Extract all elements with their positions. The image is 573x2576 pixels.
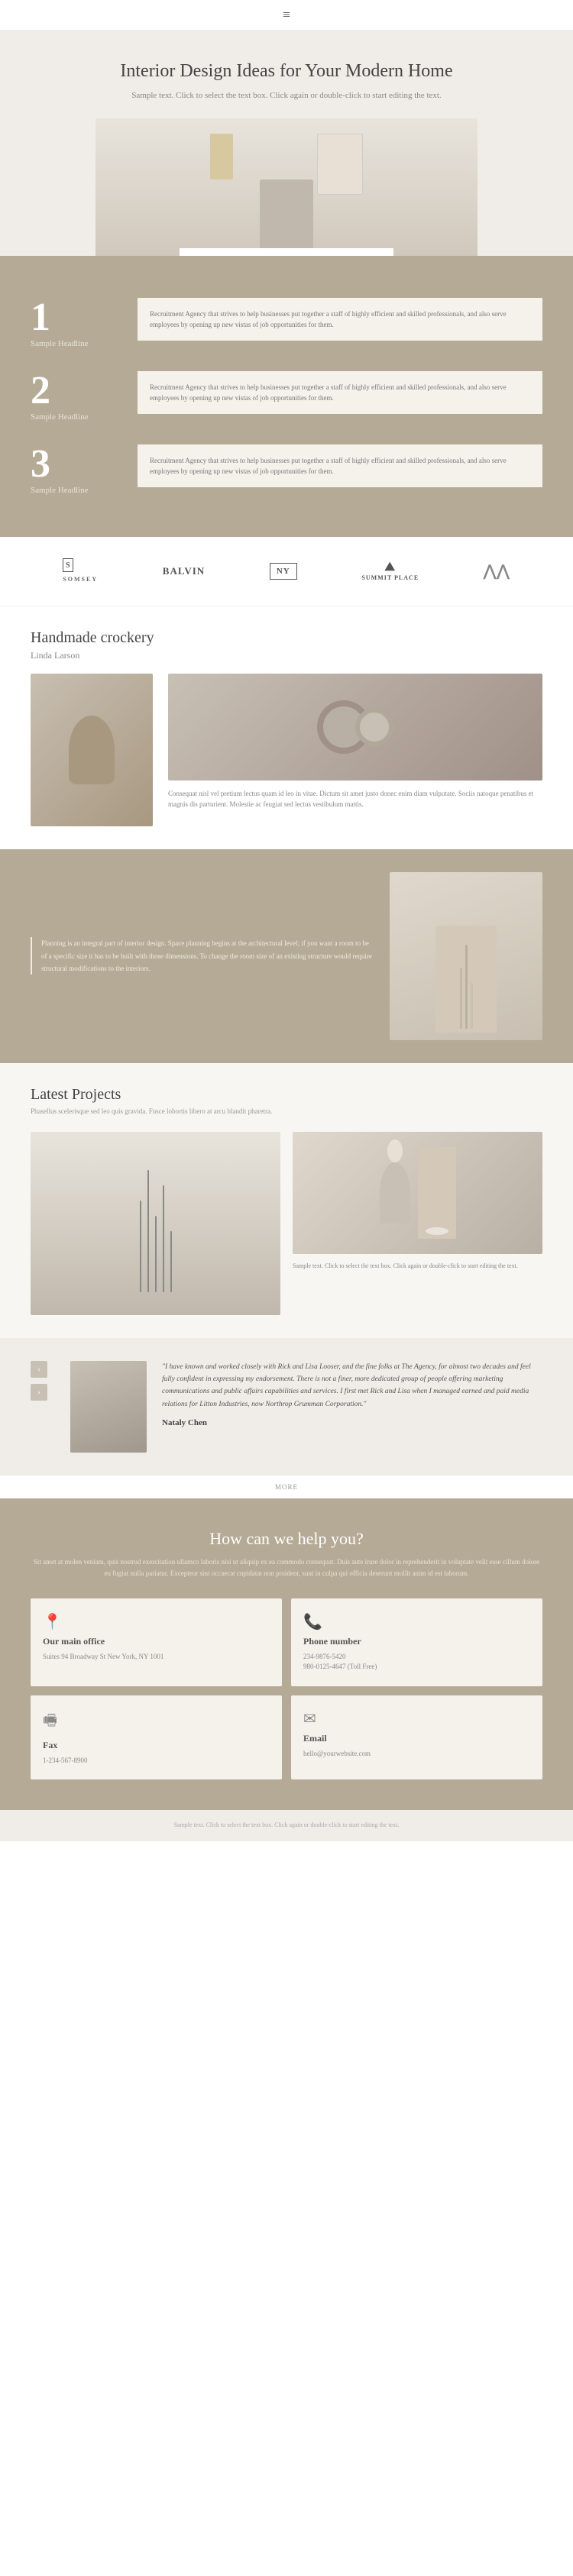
num-left-3: 3 Sample Headline	[31, 444, 138, 495]
phone-icon: 📞	[303, 1612, 530, 1631]
contact-title: How can we help you?	[31, 1529, 542, 1549]
logos-section: S SOMSEY BALVIN NY ⛰SUMMIT PLACE ⋀⋀	[0, 537, 573, 606]
more-link[interactable]: MORE	[0, 1475, 573, 1498]
crockery-bowls-image	[168, 674, 542, 781]
num-label-3: Sample Headline	[31, 486, 138, 495]
planning-text: Planning is an integral part of interior…	[31, 937, 374, 974]
planning-image	[390, 872, 542, 1040]
testimonial-avatar	[70, 1361, 147, 1453]
crockery-person-image	[31, 674, 153, 826]
contact-fax-title: Fax	[43, 1740, 270, 1751]
project-caption: Sample text. Click to select the text bo…	[293, 1262, 542, 1271]
footer-text: Sample text. Click to select the text bo…	[11, 1821, 562, 1831]
location-icon: 📍	[43, 1612, 270, 1631]
testimonial-prev-button[interactable]: ‹	[31, 1361, 47, 1378]
projects-section: Latest Projects Phasellus scelerisque se…	[0, 1063, 573, 1339]
num-desc-2: Recruitment Agency that strives to help …	[138, 371, 542, 415]
logo-balvin: BALVIN	[163, 565, 205, 577]
crockery-description: Consequat nisl vel pretium lectus quam i…	[168, 788, 542, 810]
crockery-author: Linda Larson	[31, 650, 542, 661]
testimonial-next-button[interactable]: ›	[31, 1384, 47, 1401]
numbered-item-1: 1 Sample Headline Recruitment Agency tha…	[0, 286, 573, 360]
num-digit-3: 3	[31, 444, 138, 484]
hero-image	[96, 118, 478, 256]
numbered-item-3: 3 Sample Headline Recruitment Agency tha…	[0, 433, 573, 506]
hamburger-icon[interactable]: ≡	[283, 7, 290, 23]
testimonial-quote: "I have known and worked closely with Ri…	[162, 1361, 542, 1411]
numbered-section: 1 Sample Headline Recruitment Agency tha…	[0, 256, 573, 537]
contact-office-info: Suites 94 Broadway St New York, NY 1001	[43, 1652, 270, 1663]
testimonial-nav: ‹ ›	[31, 1361, 47, 1401]
hero-subtitle: Sample text. Click to select the text bo…	[46, 89, 527, 103]
stems-decoration	[140, 1155, 172, 1292]
num-label-2: Sample Headline	[31, 412, 138, 422]
project-right: Sample text. Click to select the text bo…	[293, 1132, 542, 1315]
projects-grid: Sample text. Click to select the text bo…	[31, 1132, 542, 1315]
num-desc-1: Recruitment Agency that strives to help …	[138, 298, 542, 341]
num-left-2: 2 Sample Headline	[31, 371, 138, 422]
email-icon: ✉	[303, 1709, 530, 1728]
project-image-right	[293, 1132, 542, 1254]
contact-phone-title: Phone number	[303, 1636, 530, 1647]
num-digit-1: 1	[31, 298, 138, 338]
num-digit-2: 2	[31, 371, 138, 411]
testimonial-content: "I have known and worked closely with Ri…	[162, 1361, 542, 1427]
contact-section: How can we help you? Sit amet at molen v…	[0, 1498, 573, 1810]
projects-subtitle: Phasellus scelerisque sed leo quis gravi…	[31, 1107, 542, 1117]
footer: Sample text. Click to select the text bo…	[0, 1810, 573, 1841]
contact-email-title: Email	[303, 1733, 530, 1744]
hero-title: Interior Design Ideas for Your Modern Ho…	[46, 61, 527, 82]
fax-icon: 🖷	[43, 1709, 270, 1735]
contact-card-fax: 🖷 Fax 1-234-567-8900	[31, 1695, 282, 1780]
project-image-left	[31, 1132, 280, 1315]
contact-card-email: ✉ Email hello@yourwebsite.com	[291, 1695, 542, 1780]
crockery-grid: Consequat nisl vel pretium lectus quam i…	[31, 674, 542, 826]
testimonial-section: ‹ › "I have known and worked closely wit…	[0, 1338, 573, 1475]
contact-card-phone: 📞 Phone number 234-9876-5420980-0125-464…	[291, 1598, 542, 1686]
testimonial-name: Nataly Chen	[162, 1418, 542, 1427]
num-desc-3: Recruitment Agency that strives to help …	[138, 444, 542, 488]
contact-card-office: 📍 Our main office Suites 94 Broadway St …	[31, 1598, 282, 1686]
hero-section: Interior Design Ideas for Your Modern Ho…	[0, 31, 573, 256]
projects-title: Latest Projects	[31, 1086, 542, 1104]
logo-somsey: S SOMSEY	[63, 558, 98, 584]
crockery-section: Handmade crockery Linda Larson Consequat…	[0, 606, 573, 849]
crockery-left	[31, 674, 153, 826]
contact-phone-info: 234-9876-5420980-0125-4647 (Toll Free)	[303, 1652, 530, 1673]
logo-mountain: ⋀⋀	[484, 561, 510, 580]
contact-description: Sit amet at molen veniam, quis nostrud e…	[31, 1556, 542, 1580]
contact-grid: 📍 Our main office Suites 94 Broadway St …	[31, 1598, 542, 1780]
contact-fax-info: 1-234-567-8900	[43, 1756, 270, 1766]
contact-email-info: hello@yourwebsite.com	[303, 1749, 530, 1760]
crockery-right: Consequat nisl vel pretium lectus quam i…	[168, 674, 542, 826]
num-label-1: Sample Headline	[31, 339, 138, 348]
crockery-title: Handmade crockery	[31, 629, 542, 647]
contact-office-title: Our main office	[43, 1636, 270, 1647]
logo-summit: ⛰SUMMIT PLACE	[361, 561, 419, 581]
logo-ny: NY	[270, 563, 297, 580]
numbered-item-2: 2 Sample Headline Recruitment Agency tha…	[0, 360, 573, 433]
planning-section: Planning is an integral part of interior…	[0, 849, 573, 1063]
navbar: ≡	[0, 0, 573, 31]
num-left-1: 1 Sample Headline	[31, 298, 138, 348]
